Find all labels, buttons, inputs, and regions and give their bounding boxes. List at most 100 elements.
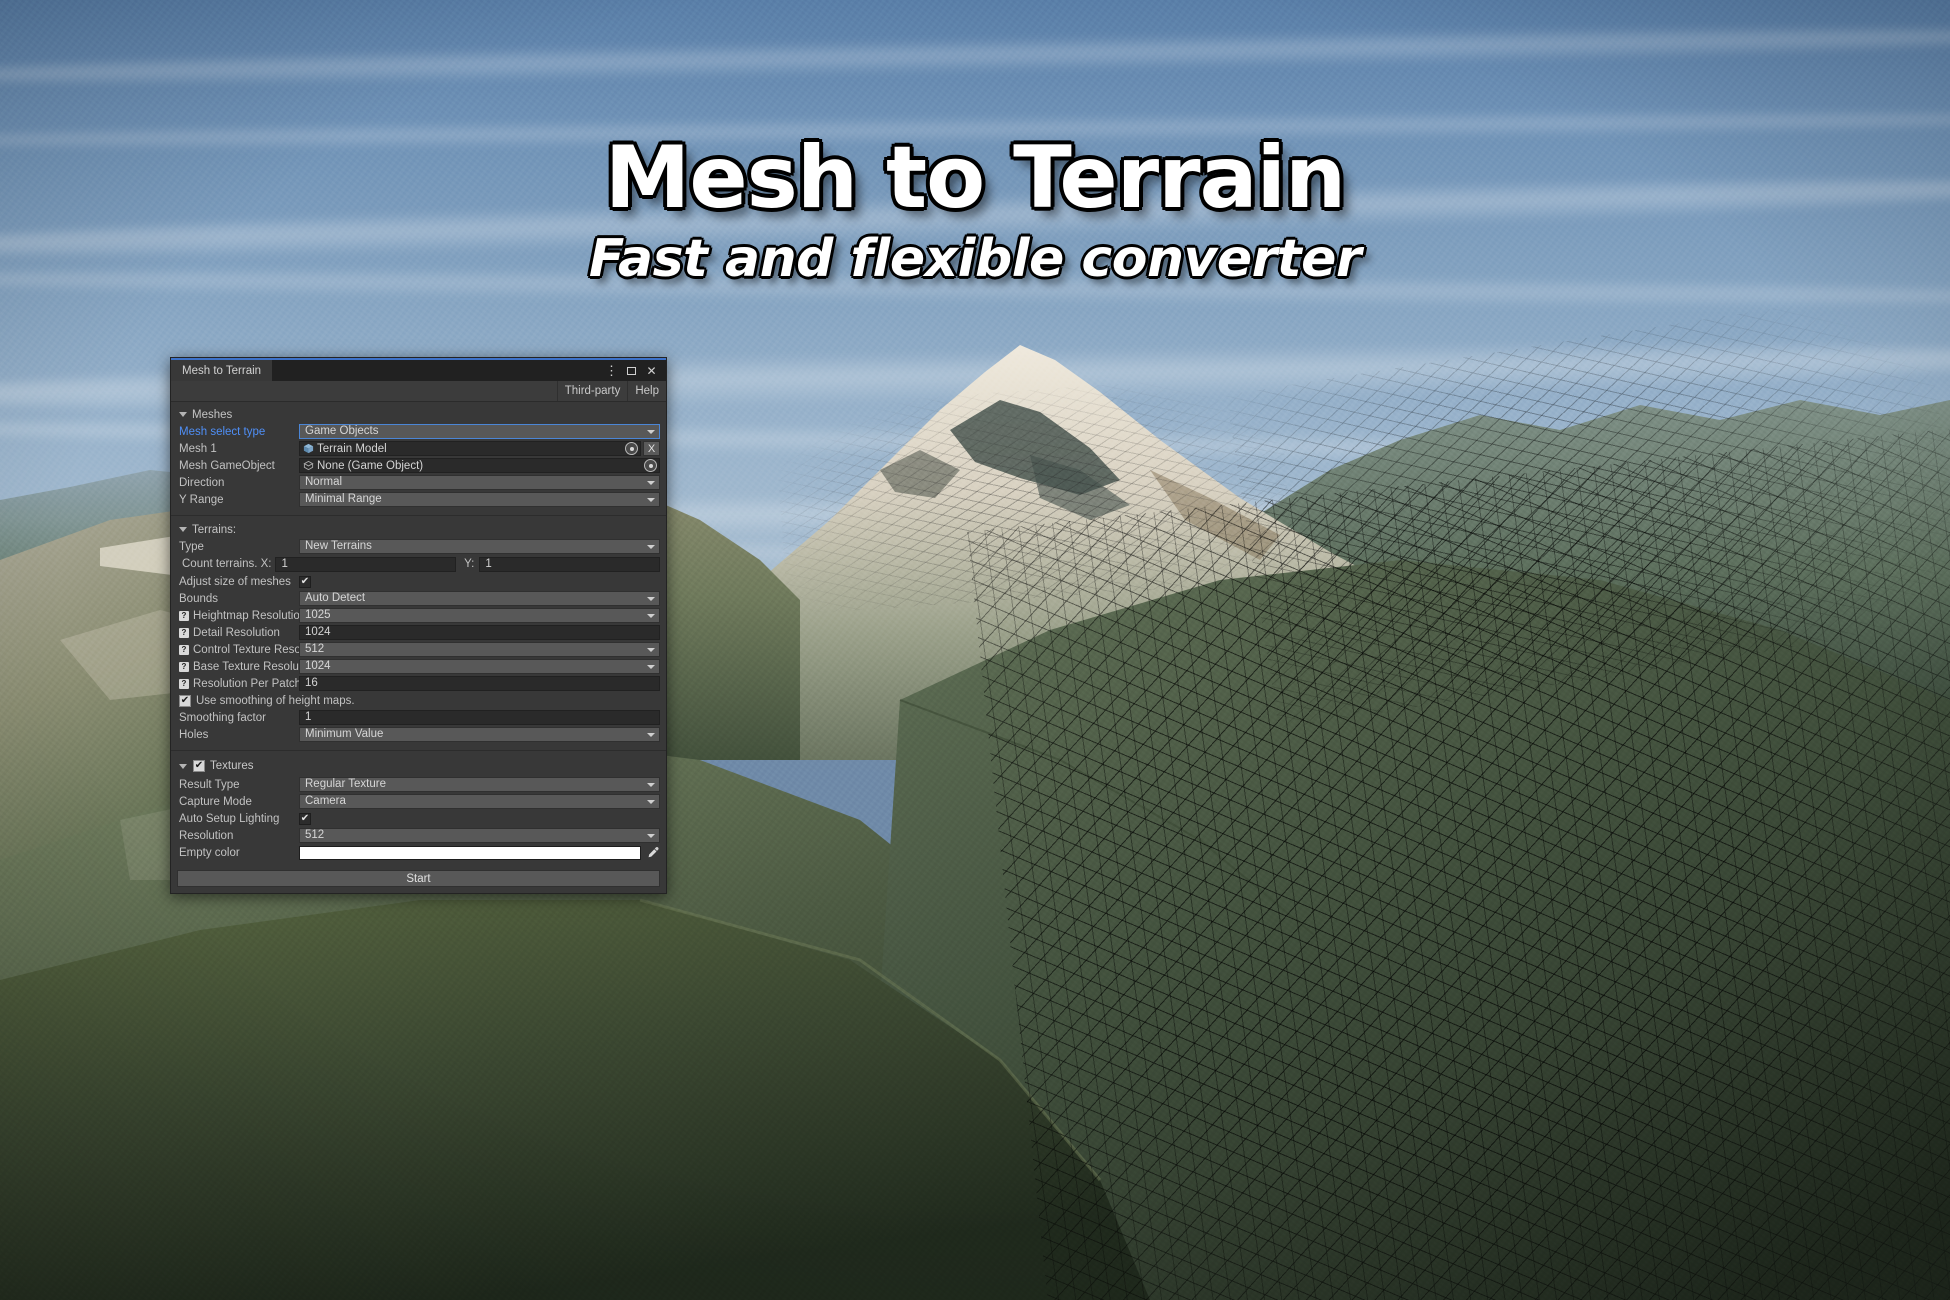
field-texture-resolution: 512 (299, 828, 660, 844)
label-detail-resolution-group: ? Detail Resolution (177, 627, 299, 639)
field-capture-mode: Camera (299, 794, 660, 810)
eyedropper-icon[interactable] (644, 845, 660, 860)
dropdown-base-texture-resolution[interactable]: 1024 (299, 659, 660, 675)
input-detail-resolution[interactable]: 1024 (299, 625, 660, 641)
dropdown-y-range[interactable]: Minimal Range (299, 492, 660, 508)
row-auto-setup-lighting: Auto Setup Lighting ✔ (177, 811, 660, 827)
row-base-texture-resolution: ? Base Texture Resolution 1024 (177, 659, 660, 675)
dropdown-direction[interactable]: Normal (299, 475, 660, 491)
row-count-terrains: Count terrains. X: 1 Y: 1 (177, 556, 660, 572)
dropdown-bounds[interactable]: Auto Detect (299, 591, 660, 607)
chevron-down-icon (647, 497, 655, 502)
chevron-down-icon (647, 833, 655, 838)
section-divider (171, 515, 666, 516)
checkbox-textures-enabled[interactable]: ✔ (193, 760, 205, 772)
checkbox-adjust-size-of-meshes[interactable]: ✔ (299, 575, 311, 588)
label-terrain-type: Type (179, 540, 204, 553)
objectfield-mesh-1[interactable]: Terrain Model (299, 441, 641, 457)
start-button-bar: Start (171, 866, 666, 893)
maximize-icon[interactable] (625, 363, 638, 378)
row-direction: Direction Normal (177, 475, 660, 491)
checkbox-use-smoothing[interactable]: ✔ (179, 694, 191, 707)
close-icon[interactable]: ✕ (645, 363, 658, 378)
objectfield-mesh-gameobject[interactable]: None (Game Object) (299, 458, 660, 474)
row-detail-resolution: ? Detail Resolution 1024 (177, 625, 660, 641)
window-tab-mesh-to-terrain[interactable]: Mesh to Terrain (171, 360, 274, 381)
foldout-meshes-label: Meshes (192, 408, 233, 421)
chevron-down-icon (179, 527, 187, 532)
label-y-range: Y Range (179, 493, 224, 506)
help-icon[interactable]: ? (179, 610, 189, 621)
label-empty-color: Empty color (179, 846, 240, 859)
label-base-texture-resolution-group: ? Base Texture Resolution (177, 661, 299, 673)
field-count-terrains-y: 1 (479, 556, 660, 572)
window-menubar[interactable]: Third-party Help (171, 381, 666, 402)
label-holes: Holes (179, 728, 209, 741)
dropdown-mesh-select-type[interactable]: Game Objects (299, 424, 660, 440)
dropdown-y-range-value: Minimal Range (305, 493, 382, 506)
help-icon[interactable]: ? (179, 627, 189, 638)
dropdown-capture-mode-value: Camera (305, 795, 346, 808)
object-picker-icon[interactable] (625, 442, 638, 456)
dropdown-heightmap-resolution[interactable]: 1025 (299, 608, 660, 624)
label-direction: Direction (179, 476, 225, 489)
row-y-range: Y Range Minimal Range (177, 492, 660, 508)
help-icon[interactable]: ? (179, 678, 189, 689)
chevron-down-icon (647, 732, 655, 737)
kebab-menu-icon[interactable]: ⋮ (605, 363, 618, 378)
dropdown-bounds-value: Auto Detect (305, 592, 366, 605)
foldout-terrains[interactable]: Terrains: (179, 522, 660, 537)
label-detail-resolution: Detail Resolution (193, 626, 280, 639)
field-mesh-select-type: Game Objects (299, 424, 660, 440)
start-button[interactable]: Start (177, 870, 660, 887)
label-control-texture-resolution: Control Texture Resolution (193, 643, 299, 656)
dropdown-texture-resolution[interactable]: 512 (299, 828, 660, 844)
label-auto-setup-lighting: Auto Setup Lighting (179, 812, 280, 825)
help-icon[interactable]: ? (179, 661, 189, 672)
row-mesh-select-type: Mesh select type Game Objects (177, 424, 660, 440)
dropdown-result-type[interactable]: Regular Texture (299, 777, 660, 793)
chevron-down-icon (647, 613, 655, 618)
foldout-meshes[interactable]: Meshes (179, 407, 660, 422)
dropdown-terrain-type[interactable]: New Terrains (299, 539, 660, 555)
field-smoothing-factor: 1 (299, 710, 660, 726)
clear-mesh-1-button[interactable]: X (643, 441, 660, 457)
label-heightmap-resolution: Heightmap Resolution (193, 609, 299, 622)
dropdown-result-type-value: Regular Texture (305, 778, 386, 791)
input-smoothing-factor[interactable]: 1 (299, 710, 660, 726)
menu-help[interactable]: Help (627, 381, 666, 401)
field-base-texture-resolution: 1024 (299, 659, 660, 675)
field-control-texture-resolution: 512 (299, 642, 660, 658)
label-control-texture-resolution-group: ? Control Texture Resolution (177, 644, 299, 656)
field-count-terrains-x: 1 (275, 556, 457, 572)
checkbox-auto-setup-lighting[interactable]: ✔ (299, 812, 311, 825)
input-resolution-per-patch[interactable]: 16 (299, 676, 660, 692)
input-count-terrains-x[interactable]: 1 (275, 556, 457, 572)
window-titlebar[interactable]: Mesh to Terrain ⋮ ✕ (171, 360, 666, 381)
row-result-type: Result Type Regular Texture (177, 777, 660, 793)
color-swatch-empty-color[interactable] (299, 845, 641, 860)
label-texture-resolution: Resolution (179, 829, 234, 842)
label-mesh-1: Mesh 1 (179, 442, 217, 455)
label-result-type: Result Type (179, 778, 240, 791)
mesh-icon (303, 444, 314, 454)
input-count-terrains-y[interactable]: 1 (479, 556, 660, 572)
row-mesh-1: Mesh 1 Terrain Model X (177, 441, 660, 457)
dropdown-holes[interactable]: Minimum Value (299, 727, 660, 743)
label-resolution-per-patch: Resolution Per Patch (193, 677, 299, 690)
foldout-terrains-label: Terrains: (192, 523, 237, 536)
label-use-smoothing: Use smoothing of height maps. (196, 694, 355, 707)
object-picker-icon[interactable] (644, 459, 657, 473)
dropdown-control-texture-resolution[interactable]: 512 (299, 642, 660, 658)
help-icon[interactable]: ? (179, 644, 189, 655)
dropdown-capture-mode[interactable]: Camera (299, 794, 660, 810)
dropdown-terrain-type-value: New Terrains (305, 540, 372, 553)
label-base-texture-resolution: Base Texture Resolution (193, 660, 299, 673)
field-terrain-type: New Terrains (299, 539, 660, 555)
menu-third-party[interactable]: Third-party (556, 381, 628, 401)
field-heightmap-resolution: 1025 (299, 608, 660, 624)
chevron-down-icon (179, 763, 187, 769)
foldout-textures[interactable]: ✔ Textures (179, 758, 660, 774)
chevron-down-icon (647, 544, 655, 549)
mesh-to-terrain-window[interactable]: Mesh to Terrain ⋮ ✕ Third-party Help Mes… (170, 357, 667, 894)
